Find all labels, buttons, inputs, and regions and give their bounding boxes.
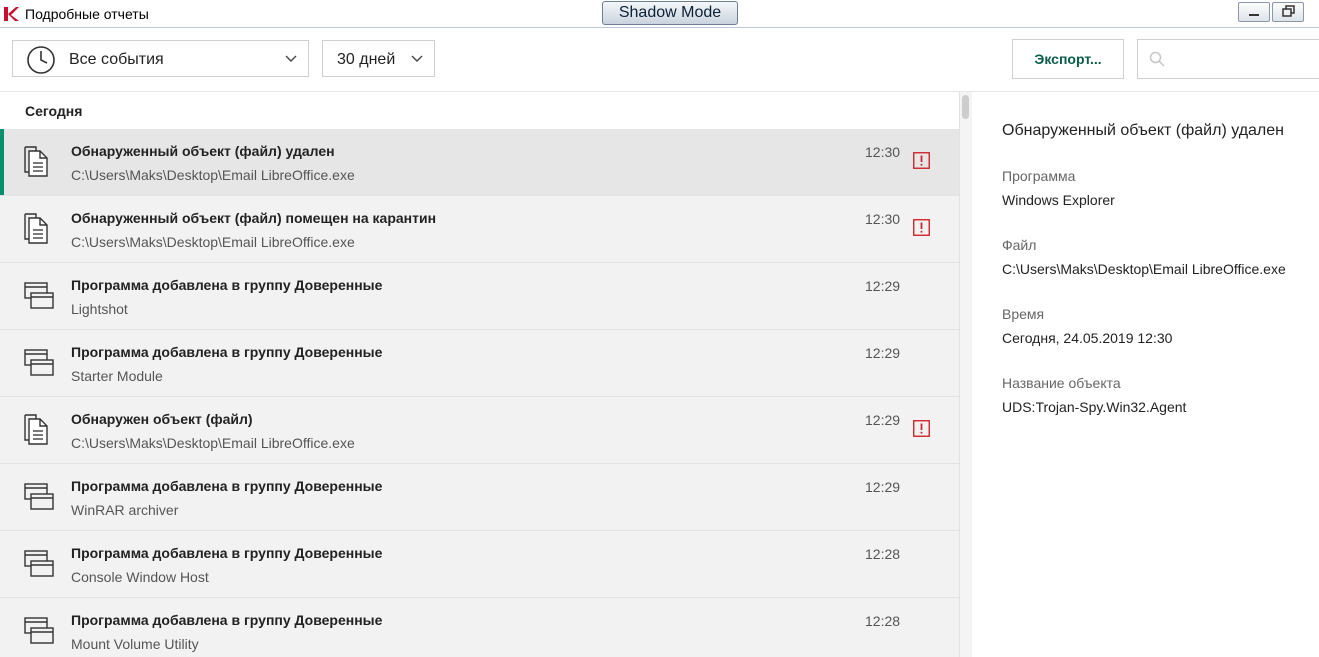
field-value-file: C:\Users\Maks\Desktop\Email LibreOffice.… [1002, 261, 1286, 277]
chevron-down-icon [285, 55, 297, 62]
search-icon [1149, 51, 1165, 67]
window-icon [23, 347, 55, 384]
group-header-today: Сегодня [25, 103, 83, 119]
field-value-object-name: UDS:Trojan-Spy.Win32.Agent [1002, 399, 1187, 415]
event-row[interactable]: Обнаруженный объект (файл) удален C:\User… [0, 129, 959, 196]
field-label-time: Время [1002, 306, 1045, 322]
list-scrollbar[interactable] [959, 92, 972, 657]
field-label-program: Программа [1002, 168, 1076, 184]
event-title: Обнаруженный объект (файл) помещен на ка… [71, 210, 437, 226]
alert-icon [913, 152, 930, 174]
events-filter-dropdown[interactable]: Все события [12, 40, 309, 77]
event-time: 12:30 [865, 211, 901, 227]
event-title: Программа добавлена в группу Доверенные [71, 545, 383, 561]
detail-title: Обнаруженный объект (файл) удален [1002, 122, 1284, 139]
clock-icon [27, 46, 55, 74]
event-title: Обнаруженный объект (файл) удален [71, 143, 335, 159]
event-time: 12:29 [865, 345, 901, 361]
toolbar: Все события 30 дней Экспорт... [0, 28, 1319, 92]
event-title: Программа добавлена в группу Доверенные [71, 478, 383, 494]
event-subtitle: Starter Module [71, 368, 163, 384]
minimize-button[interactable] [1238, 2, 1270, 22]
shadow-mode-badge: Shadow Mode [602, 1, 738, 25]
event-time: 12:30 [865, 144, 901, 160]
search-box[interactable] [1137, 39, 1319, 79]
window-icon [23, 280, 55, 317]
window-icon [23, 548, 55, 585]
event-title: Программа добавлена в группу Доверенные [71, 344, 383, 360]
event-title: Обнаружен объект (файл) [71, 411, 253, 427]
scrollbar-thumb[interactable] [962, 95, 969, 119]
export-button[interactable]: Экспорт... [1012, 39, 1124, 79]
event-subtitle: C:\Users\Maks\Desktop\Email LibreOffice.… [71, 167, 355, 183]
event-subtitle: WinRAR archiver [71, 502, 179, 518]
events-filter-label: Все события [69, 51, 164, 68]
period-filter-dropdown[interactable]: 30 дней [322, 40, 435, 77]
event-subtitle: C:\Users\Maks\Desktop\Email LibreOffice.… [71, 234, 355, 250]
window-icon [23, 481, 55, 518]
event-time: 12:29 [865, 479, 901, 495]
event-title: Программа добавлена в группу Доверенные [71, 277, 383, 293]
restore-button[interactable] [1272, 2, 1304, 22]
chevron-down-icon [411, 55, 423, 62]
window-icon [23, 615, 55, 652]
event-title: Программа добавлена в группу Доверенные [71, 612, 383, 628]
event-time: 12:28 [865, 546, 901, 562]
details-pane: Обнаруженный объект (файл) удален Програ… [972, 92, 1319, 657]
document-icon [23, 414, 55, 451]
event-row[interactable]: Программа добавлена в группу Доверенные C… [0, 531, 959, 598]
event-row[interactable]: Программа добавлена в группу Доверенные S… [0, 330, 959, 397]
event-subtitle: Mount Volume Utility [71, 636, 199, 652]
event-subtitle: Console Window Host [71, 569, 209, 585]
event-row[interactable]: Программа добавлена в группу Доверенные L… [0, 263, 959, 330]
period-filter-label: 30 дней [337, 51, 396, 68]
event-subtitle: C:\Users\Maks\Desktop\Email LibreOffice.… [71, 435, 355, 451]
window-title: Подробные отчеты [25, 6, 149, 22]
title-bar: Подробные отчеты Shadow Mode [0, 0, 1319, 28]
alert-icon [913, 420, 930, 442]
document-icon [23, 213, 55, 250]
alert-icon [913, 219, 930, 241]
kaspersky-logo-icon [4, 7, 19, 21]
event-row[interactable]: Программа добавлена в группу Доверенные M… [0, 598, 959, 657]
field-label-file: Файл [1002, 237, 1037, 253]
event-row[interactable]: Обнаружен объект (файл) C:\Users\Maks\Des… [0, 397, 959, 464]
event-time: 12:29 [865, 278, 901, 294]
field-value-time: Сегодня, 24.05.2019 12:30 [1002, 330, 1173, 346]
event-subtitle: Lightshot [71, 301, 128, 317]
event-rows: Обнаруженный объект (файл) удален C:\User… [0, 129, 959, 657]
search-input[interactable] [1172, 48, 1316, 72]
event-row[interactable]: Программа добавлена в группу Доверенные W… [0, 464, 959, 531]
event-list: Сегодня Обнаруженный объект (файл) удале… [0, 92, 959, 657]
event-row[interactable]: Обнаруженный объект (файл) помещен на ка… [0, 196, 959, 263]
event-time: 12:28 [865, 613, 901, 629]
field-label-object-name: Название объекта [1002, 375, 1121, 391]
event-time: 12:29 [865, 412, 901, 428]
restore-icon [1282, 5, 1295, 17]
document-icon [23, 146, 55, 183]
field-value-program: Windows Explorer [1002, 192, 1115, 208]
